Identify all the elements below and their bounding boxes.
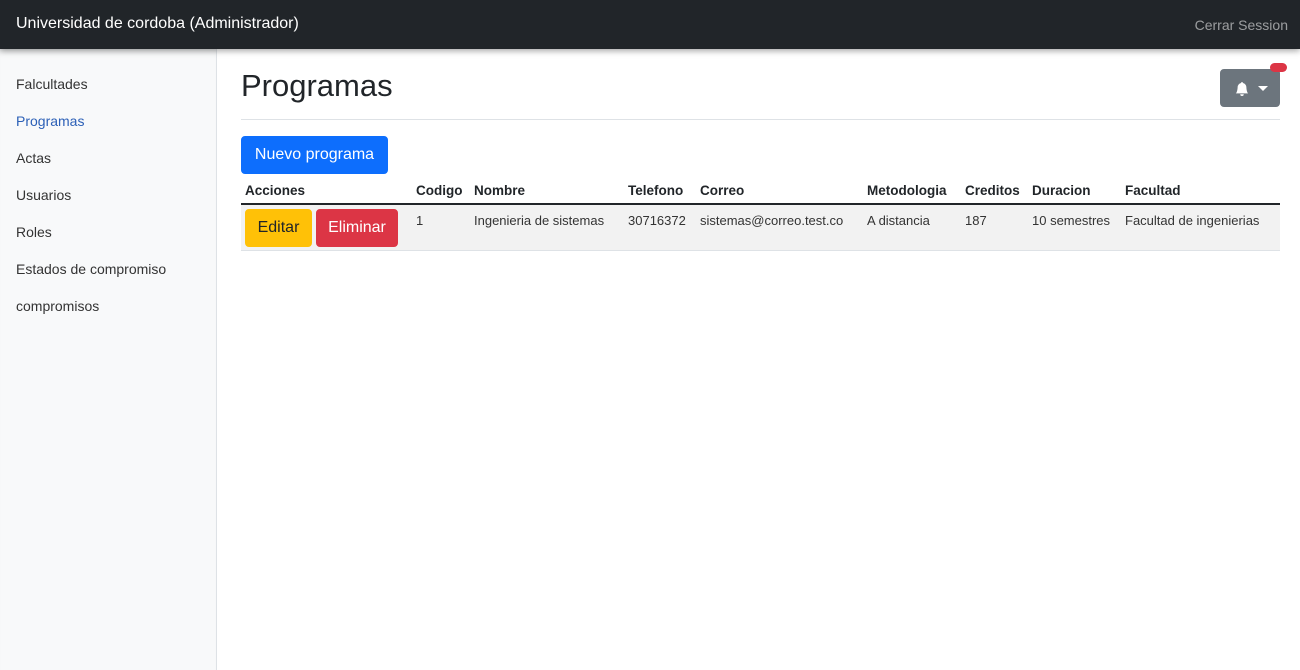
column-header-duracion: Duracion [1028, 177, 1121, 205]
cell-nombre: Ingenieria de sistemas [470, 204, 624, 251]
delete-button[interactable]: Eliminar [316, 209, 398, 247]
column-header-nombre: Nombre [470, 177, 624, 205]
title-divider [241, 119, 1280, 120]
column-header-codigo: Codigo [412, 177, 470, 205]
chevron-down-icon [1258, 86, 1268, 91]
sidebar-menu: Falcultades Programas Actas Usuarios Rol… [0, 49, 216, 325]
bell-icon [1235, 82, 1249, 96]
sidebar-item-compromisos[interactable]: compromisos [0, 288, 216, 325]
cell-duracion: 10 semestres [1028, 204, 1121, 251]
sidebar-item-usuarios[interactable]: Usuarios [0, 177, 216, 214]
column-header-facultad: Facultad [1121, 177, 1280, 205]
cell-facultad: Facultad de ingenierias [1121, 204, 1280, 251]
cell-telefono: 30716372 [624, 204, 696, 251]
cell-codigo: 1 [412, 204, 470, 251]
sidebar-item-programas[interactable]: Programas [0, 103, 216, 140]
table-header-row: Acciones Codigo Nombre Telefono Correo M… [241, 177, 1280, 205]
sidebar-item-estados-de-compromiso[interactable]: Estados de compromiso [0, 251, 216, 288]
sidebar-item-roles[interactable]: Roles [0, 214, 216, 251]
programs-table: Acciones Codigo Nombre Telefono Correo M… [241, 177, 1280, 251]
row-actions: Editar Eliminar [241, 204, 412, 251]
sidebar-item-facultades[interactable]: Falcultades [0, 66, 216, 103]
column-header-metodologia: Metodologia [863, 177, 961, 205]
cell-metodologia: A distancia [863, 204, 961, 251]
top-navbar: Universidad de cordoba (Administrador) C… [0, 0, 1300, 49]
notification-badge [1270, 63, 1287, 72]
table-row: Editar Eliminar 1 Ingenieria de sistemas … [241, 204, 1280, 251]
logout-link[interactable]: Cerrar Session [1195, 17, 1288, 33]
column-header-acciones: Acciones [241, 177, 412, 205]
column-header-correo: Correo [696, 177, 863, 205]
column-header-creditos: Creditos [961, 177, 1028, 205]
column-header-telefono: Telefono [624, 177, 696, 205]
cell-correo: sistemas@correo.test.co [696, 204, 863, 251]
cell-creditos: 187 [961, 204, 1028, 251]
sidebar: Falcultades Programas Actas Usuarios Rol… [0, 49, 217, 670]
page-title: Programas [241, 68, 393, 103]
new-program-button[interactable]: Nuevo programa [241, 136, 388, 174]
edit-button[interactable]: Editar [245, 209, 312, 247]
app-brand[interactable]: Universidad de cordoba (Administrador) [16, 15, 299, 33]
sidebar-item-actas[interactable]: Actas [0, 140, 216, 177]
notifications-dropdown-button[interactable] [1220, 63, 1287, 107]
